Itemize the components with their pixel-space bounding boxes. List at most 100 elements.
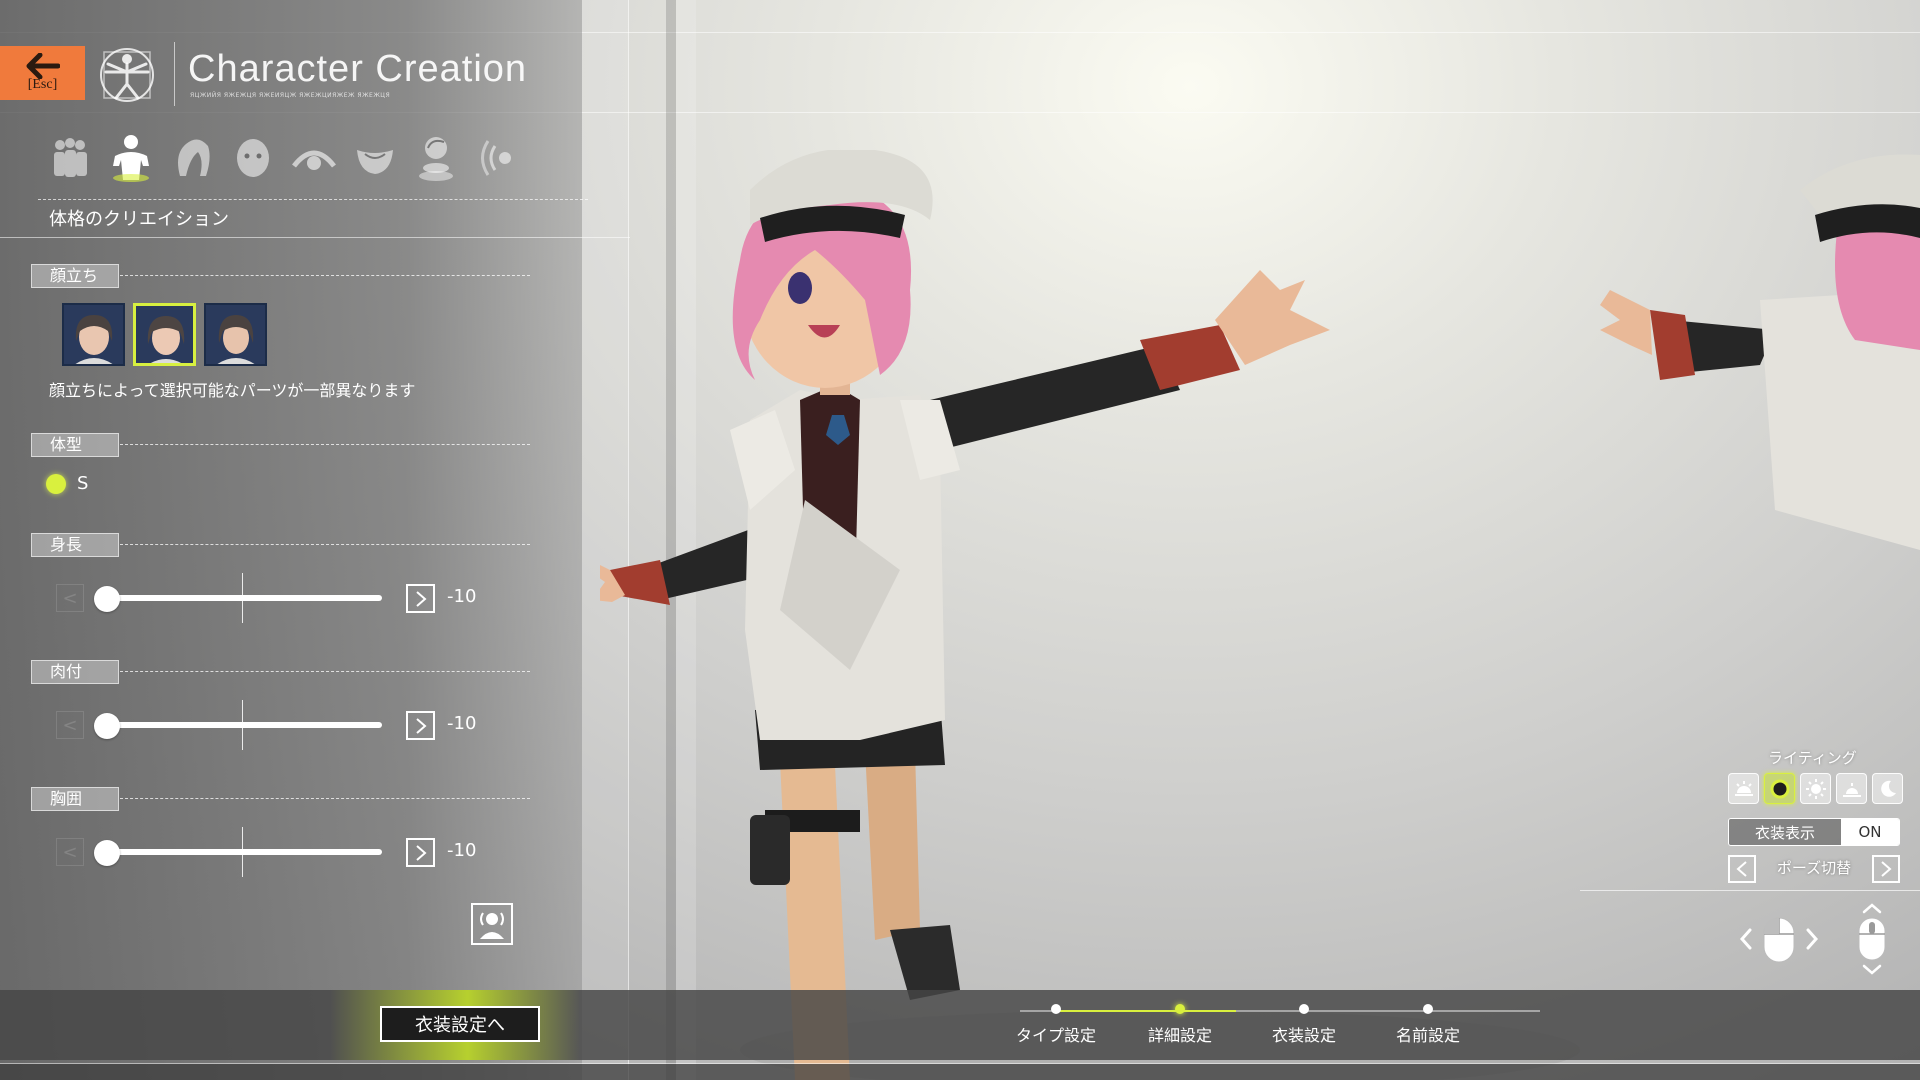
body-type-divider bbox=[120, 444, 530, 445]
morning-sun-icon bbox=[1734, 780, 1753, 796]
flesh-slider-track[interactable] bbox=[106, 722, 382, 728]
chevron-left-icon bbox=[1736, 861, 1747, 877]
body-icon bbox=[112, 135, 149, 182]
noon-icon bbox=[1770, 779, 1789, 798]
title-divider bbox=[174, 42, 175, 106]
height-slider-knob[interactable] bbox=[94, 586, 120, 612]
tab-body[interactable] bbox=[105, 128, 156, 188]
pose-next-button[interactable] bbox=[1872, 855, 1900, 883]
step-label: 詳細設定 bbox=[1147, 1026, 1212, 1045]
step-label: 衣装設定 bbox=[1271, 1026, 1336, 1045]
body-type-label: 体型 bbox=[31, 433, 119, 457]
chest-value: -10 bbox=[447, 840, 477, 861]
header: [Esc] Character Creation ЯЦЖИЙЯ ЯЖЕЖЦЯ Я… bbox=[0, 38, 600, 110]
face-shape-options bbox=[62, 303, 267, 366]
face-portrait-icon bbox=[64, 305, 123, 364]
flesh-label: 肉付 bbox=[31, 660, 119, 684]
page-subtitle: ЯЦЖИЙЯ ЯЖЕЖЦЯ ЯЖЕИЯЦЖ ЯЖЕЖЦИЯЖЕЖ ЯЖЕЖЦЯ bbox=[190, 92, 391, 99]
flesh-increase-button[interactable] bbox=[406, 711, 435, 740]
face-icon bbox=[236, 139, 269, 177]
sunset-icon bbox=[1842, 782, 1861, 797]
lighting-option-morning[interactable] bbox=[1728, 773, 1759, 804]
back-key-hint: [Esc] bbox=[27, 77, 58, 92]
chest-slider-knob[interactable] bbox=[94, 840, 120, 866]
hair-icon bbox=[177, 139, 210, 176]
chest-slider-track[interactable] bbox=[106, 849, 382, 855]
lighting-option-sunset[interactable] bbox=[1836, 773, 1867, 804]
height-increase-button[interactable] bbox=[406, 584, 435, 613]
step-type[interactable]: タイプ設定 bbox=[996, 1004, 1116, 1046]
mouse-wheel-zoom-icon bbox=[1858, 903, 1886, 975]
chest-slider-center-mark bbox=[242, 827, 243, 877]
chest-increase-button[interactable] bbox=[406, 838, 435, 867]
height-slider-track[interactable] bbox=[106, 595, 382, 601]
character-preview[interactable] bbox=[600, 150, 1920, 1080]
step-label: タイプ設定 bbox=[1015, 1026, 1096, 1045]
category-tabs bbox=[44, 128, 522, 188]
mouse-rotate-icon bbox=[1739, 917, 1819, 963]
eye-icon bbox=[291, 150, 336, 170]
flesh-slider-knob[interactable] bbox=[94, 713, 120, 739]
height-value: -10 bbox=[447, 586, 477, 607]
flesh-divider bbox=[120, 671, 530, 672]
tab-face[interactable] bbox=[227, 128, 278, 188]
preview-mode-button[interactable] bbox=[471, 903, 513, 945]
back-button[interactable]: [Esc] bbox=[0, 46, 85, 100]
face-option-1[interactable] bbox=[62, 303, 125, 366]
face-portrait-icon bbox=[206, 305, 265, 364]
face-option-2[interactable] bbox=[133, 303, 196, 366]
right-controls-divider bbox=[1580, 890, 1920, 891]
lighting-option-night[interactable] bbox=[1872, 773, 1903, 804]
tab-eye[interactable] bbox=[288, 128, 339, 188]
arrow-left-icon bbox=[26, 53, 60, 79]
step-detail[interactable]: 詳細設定 bbox=[1120, 1004, 1240, 1046]
flesh-decrease-button[interactable]: < bbox=[56, 711, 84, 739]
tab-type[interactable] bbox=[44, 128, 95, 188]
tabs-divider bbox=[38, 199, 588, 200]
face-shape-label: 顔立ち bbox=[31, 264, 119, 288]
face-option-3[interactable] bbox=[204, 303, 267, 366]
height-divider bbox=[120, 544, 530, 545]
chevron-right-icon bbox=[415, 844, 427, 861]
person-broadcast-icon bbox=[480, 912, 504, 939]
tab-hair[interactable] bbox=[166, 128, 217, 188]
section-divider bbox=[0, 237, 630, 238]
group-icon bbox=[53, 138, 87, 177]
chest-divider bbox=[120, 798, 530, 799]
step-dot bbox=[1051, 1004, 1061, 1014]
chest-label: 胸囲 bbox=[31, 787, 119, 811]
moon-icon bbox=[1880, 780, 1896, 797]
lighting-option-noon[interactable] bbox=[1764, 773, 1795, 804]
go-to-outfit-button[interactable]: 衣装設定へ bbox=[380, 1006, 540, 1042]
outfit-display-toggle[interactable]: 衣装表示 ON bbox=[1728, 818, 1900, 846]
step-label: 名前設定 bbox=[1395, 1026, 1460, 1045]
face-portrait-icon bbox=[136, 306, 193, 363]
tab-skin[interactable] bbox=[410, 128, 461, 188]
step-outfit[interactable]: 衣装設定 bbox=[1244, 1004, 1364, 1046]
step-dot bbox=[1299, 1004, 1309, 1014]
tab-mouth[interactable] bbox=[349, 128, 400, 188]
chevron-right-icon bbox=[415, 717, 427, 734]
lighting-options bbox=[1728, 773, 1903, 804]
flesh-value: -10 bbox=[447, 713, 477, 734]
section-title: 体格のクリエイション bbox=[49, 209, 229, 230]
flesh-slider: < -10 bbox=[56, 700, 496, 750]
height-slider: < -10 bbox=[56, 573, 496, 623]
outfit-display-state: ON bbox=[1841, 819, 1899, 845]
mouth-icon bbox=[356, 150, 393, 174]
outfit-display-label: 衣装表示 bbox=[1729, 819, 1841, 845]
bottom-bar bbox=[0, 990, 1920, 1060]
chest-decrease-button[interactable]: < bbox=[56, 838, 84, 866]
lighting-option-bright[interactable] bbox=[1800, 773, 1831, 804]
chevron-right-icon bbox=[415, 590, 427, 607]
step-name[interactable]: 名前設定 bbox=[1368, 1004, 1488, 1046]
chevron-right-icon bbox=[1881, 861, 1892, 877]
second-character-model bbox=[1600, 154, 1920, 550]
page-title: Character Creation bbox=[188, 48, 528, 90]
pose-prev-button[interactable] bbox=[1728, 855, 1756, 883]
height-decrease-button[interactable]: < bbox=[56, 584, 84, 612]
pose-switcher: ポーズ切替 bbox=[1728, 855, 1900, 883]
bright-sun-icon bbox=[1805, 778, 1826, 799]
body-type-radio[interactable] bbox=[46, 474, 66, 494]
tab-voice[interactable] bbox=[471, 128, 522, 188]
